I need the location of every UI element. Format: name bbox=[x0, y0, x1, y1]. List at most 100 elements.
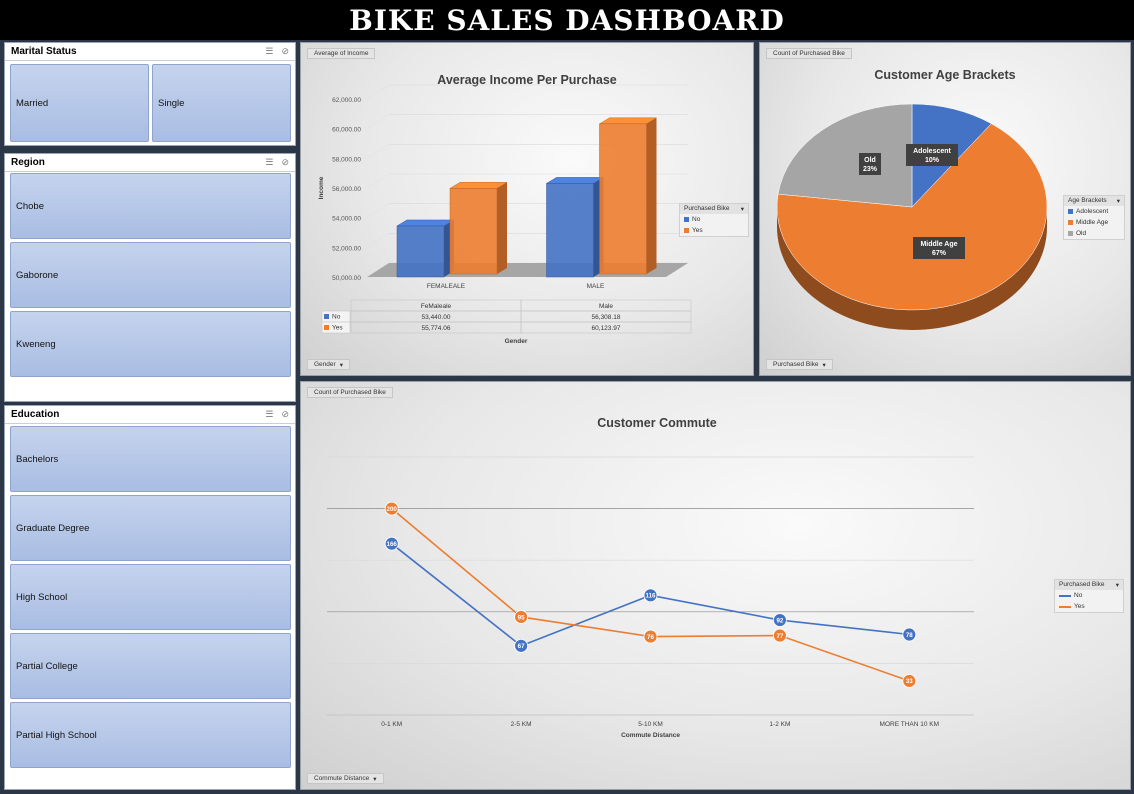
slicer-item-high-school[interactable]: High School bbox=[10, 564, 291, 630]
bar-top bbox=[598, 117, 658, 125]
gridline-side bbox=[366, 233, 390, 248]
data-label: 200 bbox=[387, 506, 398, 513]
data-label-name: Adolescent bbox=[913, 148, 951, 155]
data-label: 92 bbox=[776, 617, 783, 624]
data-label-value: 10% bbox=[925, 157, 940, 164]
x-tick-label: MALE bbox=[587, 283, 605, 290]
dropdown-icon: ▾ bbox=[740, 206, 744, 213]
table-legend-key bbox=[324, 314, 329, 319]
y-axis-title: Income bbox=[318, 176, 325, 199]
x-tick-label: 5-10 KM bbox=[638, 721, 663, 728]
legend-item-yes: Yes bbox=[1055, 601, 1123, 612]
commute-line-chart: 0-1 KM 2-5 KM 5-10 KM 1-2 KM MORE THAN 10 KM… bbox=[327, 456, 974, 739]
legend-item-no: No bbox=[680, 214, 748, 225]
legend-item-no: No bbox=[1055, 590, 1123, 601]
gridline-side bbox=[366, 84, 390, 100]
region-slicer: Region ☰ ⊘ Chobe Gaborone Kweneng bbox=[4, 153, 296, 402]
legend-item-old: Old bbox=[1064, 228, 1124, 239]
legend-swatch-yes bbox=[684, 228, 689, 233]
y-tick-label: 56,000.00 bbox=[332, 186, 361, 193]
commute-legend: Purchased Bike ▾ No Yes bbox=[1054, 579, 1124, 613]
multi-select-icon[interactable]: ☰ bbox=[265, 46, 273, 57]
dashboard-title: BIKE SALES DASHBOARD bbox=[349, 3, 785, 37]
data-label: 33 bbox=[906, 678, 913, 685]
legend-item-middle-age: Middle Age bbox=[1064, 217, 1124, 228]
region-title: Region bbox=[11, 157, 45, 168]
marital-status-title: Marital Status bbox=[11, 46, 77, 57]
y-tick-label: 58,000.00 bbox=[332, 156, 361, 163]
dropdown-icon: ▾ bbox=[1116, 198, 1120, 205]
marital-status-slicer: Marital Status ☰ ⊘ Married Single bbox=[4, 42, 296, 146]
legend-item-yes: Yes bbox=[680, 225, 748, 236]
bar-yes-femaleale bbox=[449, 188, 498, 275]
bar-side bbox=[497, 182, 507, 274]
table-cell-text: 56,308.18 bbox=[592, 314, 621, 321]
dropdown-icon: ▾ bbox=[822, 361, 826, 369]
bar-no-male bbox=[546, 183, 594, 278]
commute-distance-axis-button[interactable]: Commute Distance ▾ bbox=[307, 773, 384, 784]
y-tick-label: 52,000.00 bbox=[332, 245, 361, 252]
legend-swatch-no bbox=[1059, 594, 1071, 597]
y-tick-label: 60,000.00 bbox=[332, 127, 361, 134]
slicer-item-graduate-degree[interactable]: Graduate Degree bbox=[10, 495, 291, 561]
legend-swatch-adolescent bbox=[1068, 209, 1073, 214]
data-label: 77 bbox=[776, 633, 783, 640]
education-title: Education bbox=[11, 409, 60, 420]
table-cell-text: Male bbox=[599, 303, 613, 310]
dashboard-title-bar: BIKE SALES DASHBOARD bbox=[0, 0, 1134, 40]
data-label: 76 bbox=[647, 634, 654, 641]
clear-filter-icon[interactable]: ⊘ bbox=[281, 157, 289, 168]
table-cell-text: 60,123.97 bbox=[592, 325, 621, 332]
income-legend: Purchased Bike ▾ No Yes bbox=[679, 203, 749, 237]
slicer-item-chobe[interactable]: Chobe bbox=[10, 173, 291, 239]
x-tick-label: FEMALEALE bbox=[427, 283, 466, 290]
education-slicer: Education ☰ ⊘ Bachelors Graduate Degree H… bbox=[4, 405, 296, 790]
purchased-bike-axis-button[interactable]: Purchased Bike ▾ bbox=[766, 359, 833, 370]
multi-select-icon[interactable]: ☰ bbox=[265, 409, 273, 420]
x-tick-label: 2-5 KM bbox=[511, 721, 532, 728]
bar-side bbox=[646, 117, 657, 274]
gender-axis-button[interactable]: Gender ▾ bbox=[307, 359, 350, 370]
bar-top bbox=[396, 219, 455, 227]
x-axis-title: Commute Distance bbox=[621, 732, 680, 739]
gridline-side bbox=[366, 144, 390, 159]
legend-filter-button[interactable]: Purchased Bike ▾ bbox=[680, 204, 748, 214]
x-tick-label: 1-2 KM bbox=[769, 721, 790, 728]
data-label-name: Old bbox=[864, 157, 876, 164]
legend-item-adolescent: Adolescent bbox=[1064, 206, 1124, 217]
data-label: 78 bbox=[906, 632, 913, 639]
legend-filter-button[interactable]: Purchased Bike ▾ bbox=[1055, 580, 1123, 590]
y-tick-label: 62,000.00 bbox=[332, 97, 361, 104]
table-cell-text: 55,774.06 bbox=[422, 325, 451, 332]
slicer-item-gaborone[interactable]: Gaborone bbox=[10, 242, 291, 308]
slicer-item-partial-high-school[interactable]: Partial High School bbox=[10, 702, 291, 768]
legend-swatch-old bbox=[1068, 231, 1073, 236]
age-legend: Age Brackets ▾ Adolescent Middle Age Old bbox=[1063, 195, 1125, 240]
table-cell-text: FeMaleale bbox=[421, 303, 452, 310]
dropdown-icon: ▾ bbox=[1115, 582, 1119, 589]
multi-select-icon[interactable]: ☰ bbox=[265, 157, 273, 168]
slicer-item-married[interactable]: Married bbox=[10, 64, 149, 142]
table-cell-text: 53,440.00 bbox=[422, 314, 451, 321]
legend-filter-button[interactable]: Age Brackets ▾ bbox=[1064, 196, 1124, 206]
legend-swatch-middle-age bbox=[1068, 220, 1073, 225]
slicer-item-kweneng[interactable]: Kweneng bbox=[10, 311, 291, 377]
table-legend-key bbox=[324, 325, 329, 330]
slicer-item-bachelors[interactable]: Bachelors bbox=[10, 426, 291, 492]
data-label: 116 bbox=[646, 593, 657, 600]
data-label-value: 67% bbox=[932, 250, 947, 257]
table-row-label: No bbox=[332, 314, 341, 321]
gridline-side bbox=[366, 173, 390, 189]
data-label-name: Middle Age bbox=[920, 241, 957, 248]
x-tick-label: 0-1 KM bbox=[381, 721, 402, 728]
pie-slice-old bbox=[777, 103, 913, 208]
income-chart-panel: Average of Income Average Income Per Pur… bbox=[300, 42, 754, 376]
age-chart-panel: Count of Purchased Bike Customer Age Bra… bbox=[759, 42, 1131, 376]
bar-yes-male bbox=[599, 123, 647, 275]
slicer-item-single[interactable]: Single bbox=[152, 64, 291, 142]
clear-filter-icon[interactable]: ⊘ bbox=[281, 409, 289, 420]
slicer-item-partial-college[interactable]: Partial College bbox=[10, 633, 291, 699]
clear-filter-icon[interactable]: ⊘ bbox=[281, 46, 289, 57]
gridline-side bbox=[366, 203, 390, 218]
bar-no-femaleale bbox=[396, 225, 445, 278]
